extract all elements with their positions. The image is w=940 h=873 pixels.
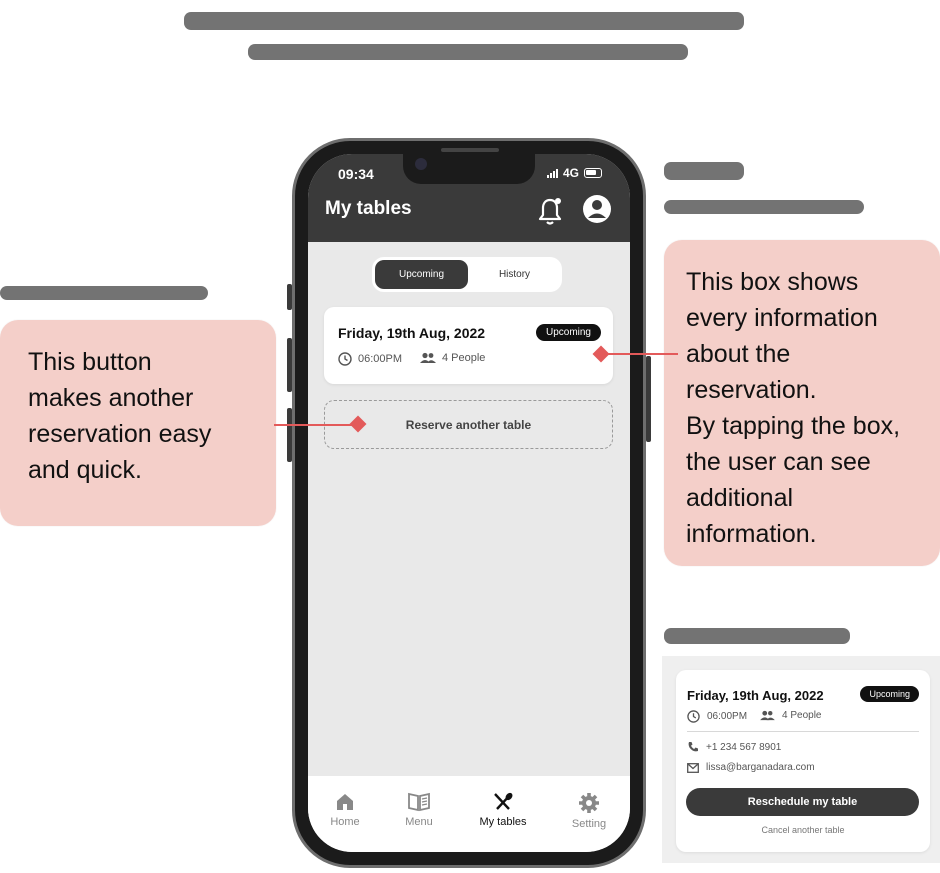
nav-setting[interactable]: Setting [554,792,624,830]
people-icon [760,710,775,721]
phone-speaker [441,148,499,152]
nav-label: Setting [571,818,607,830]
time-label: 06:00PM [707,711,748,722]
divider [687,731,919,732]
clock-icon [338,352,352,366]
email-label: lissa@barganadara.com [706,762,815,773]
nav-home[interactable]: Home [310,792,380,828]
status-time: 09:34 [338,166,374,182]
page-title: My tables [325,198,412,219]
gear-icon [579,793,599,813]
signal-icon [546,168,558,178]
status-icons: 4G [546,166,602,180]
left-callout: This button makes another reservation ea… [0,320,276,526]
bell-icon[interactable] [536,196,564,226]
status-badge: Upcoming [535,324,601,341]
detail-status-badge: Upcoming [860,686,919,702]
callout-line: every information [686,304,878,332]
detail-phone: +1 234 567 8901 [687,741,781,753]
phone-screen: 09:34 4G My tables Upcoming History Frid… [308,154,630,852]
reschedule-button[interactable]: Reschedule my table [686,788,919,816]
detail-email: lissa@barganadara.com [687,762,815,773]
callout-line: reservation. [686,376,817,404]
cutlery-icon [494,792,513,810]
people-icon [420,352,436,363]
detail-date: Friday, 19th Aug, 2022 [687,688,824,703]
callout-line: and quick. [28,456,142,484]
callout-line: information. [686,520,817,548]
cancel-link[interactable]: Cancel another table [676,825,930,835]
people-label: 4 People [782,710,822,721]
nav-label: Home [330,816,360,828]
callout-line: reservation easy [28,420,212,448]
reserve-another-table-button[interactable]: Reserve another table [324,400,613,449]
redacted-heading-line-2 [248,44,688,60]
redacted-label-detail [664,628,850,644]
bottom-nav: Home Menu My tables Setting [308,776,630,852]
callout-line: additional [686,484,794,512]
nav-label: My tables [479,816,527,828]
phone-label: +1 234 567 8901 [706,741,782,753]
battery-icon [584,168,602,178]
callout-line: makes another [28,384,194,412]
reservation-people: 4 People [420,352,485,364]
callout-line: about the [686,340,791,368]
tab-history[interactable]: History [470,260,559,289]
nav-label: Menu [405,816,433,828]
connector-right [600,353,678,355]
reservation-time: 06:00PM [338,352,402,366]
reservation-card[interactable]: Friday, 19th Aug, 2022 Upcoming 06:00PM … [324,307,613,384]
avatar-icon[interactable] [582,194,612,224]
tab-upcoming[interactable]: Upcoming [375,260,468,289]
clock-icon [687,710,700,723]
phone-side-button [646,356,651,442]
people-label: 4 People [442,352,486,364]
reservation-detail-card: Friday, 19th Aug, 2022 Upcoming 06:00PM … [676,670,930,852]
time-label: 06:00PM [358,353,403,365]
connector-left [274,424,358,426]
detail-time: 06:00PM [687,710,747,723]
network-label: 4G [562,166,579,180]
phone-icon [688,742,698,752]
reservation-date: Friday, 19th Aug, 2022 [338,325,486,341]
mail-icon [687,762,699,773]
callout-line: By tapping the box, [686,412,901,440]
camera-icon [415,158,427,170]
redacted-label-right-1 [664,162,744,180]
redacted-label-left [0,286,208,300]
redacted-label-right-2 [664,200,864,214]
detail-people: 4 People [760,710,821,721]
nav-menu[interactable]: Menu [384,792,454,828]
home-icon [337,794,353,810]
callout-line: This box shows [686,268,859,296]
callout-line: the user can see [686,448,871,476]
book-icon [408,792,430,812]
redacted-heading-line-1 [184,12,744,30]
right-callout: This box shows every information about t… [664,240,940,566]
callout-line: This button [28,348,152,376]
reservation-tabs: Upcoming History [372,257,562,292]
nav-my-tables[interactable]: My tables [468,792,538,828]
